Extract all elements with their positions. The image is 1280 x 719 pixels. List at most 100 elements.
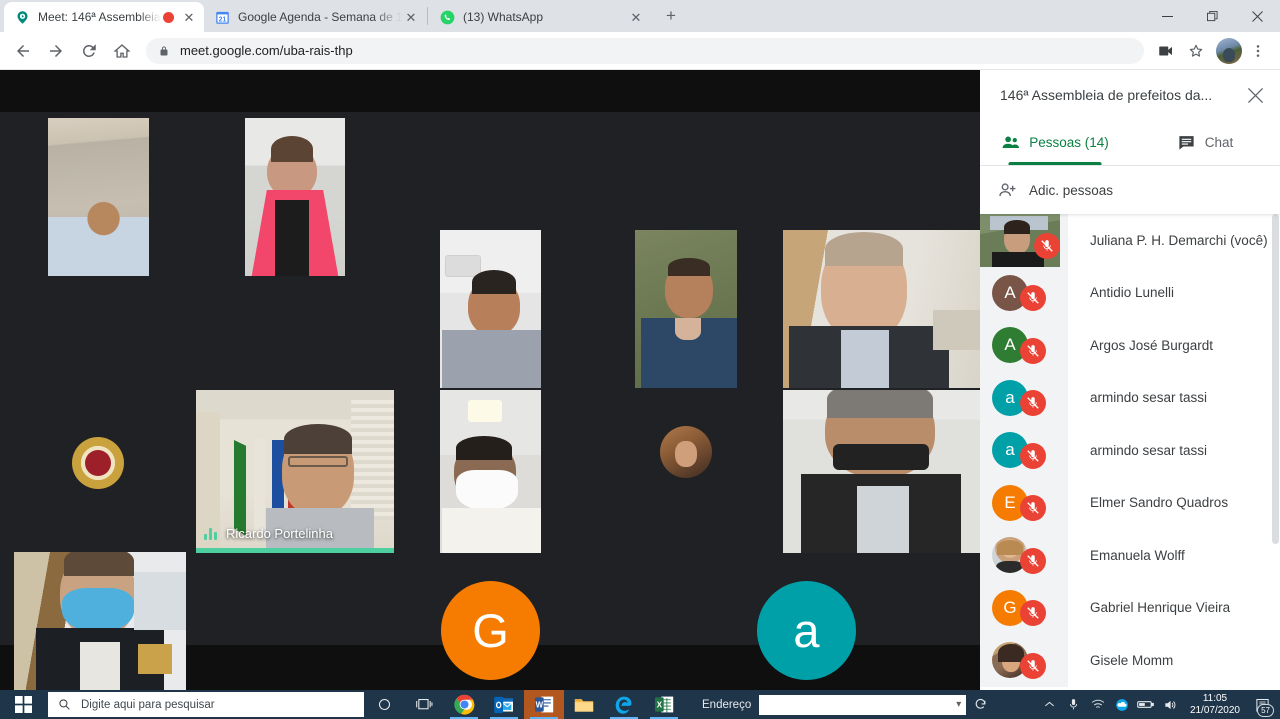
people-icon	[1001, 133, 1020, 152]
active-speaker-bar	[196, 548, 394, 553]
videocam-icon[interactable]	[1152, 37, 1180, 65]
tab-close-button[interactable]: ✕	[180, 8, 198, 26]
search-input[interactable]: Digite aqui para pesquisar	[48, 692, 364, 717]
list-item[interactable]: A Antidio Lunelli	[980, 266, 1280, 319]
avatar	[980, 529, 1068, 582]
tab-pessoas[interactable]: Pessoas (14)	[980, 120, 1130, 165]
onedrive-icon[interactable]	[1110, 690, 1134, 719]
participant-avatar-tile[interactable]	[635, 390, 737, 553]
list-item[interactable]: E Elmer Sandro Quadros	[980, 476, 1280, 529]
tab-pessoas-label: Pessoas (14)	[1029, 135, 1109, 150]
avatar: A	[980, 266, 1068, 319]
tab-close-button[interactable]: ✕	[402, 8, 420, 26]
forward-button[interactable]	[41, 36, 71, 66]
clock-date: 21/07/2020	[1189, 704, 1240, 716]
word-icon[interactable]: W	[524, 690, 564, 719]
refresh-icon[interactable]	[974, 698, 987, 711]
list-item[interactable]: a armindo sesar tassi	[980, 371, 1280, 424]
video-tile[interactable]	[245, 118, 345, 276]
profile-avatar[interactable]	[1216, 37, 1242, 64]
participant-avatar-tile[interactable]	[48, 390, 149, 548]
task-view-icon[interactable]	[404, 690, 444, 719]
home-button[interactable]	[107, 36, 137, 66]
cortana-icon[interactable]	[364, 690, 404, 719]
list-item[interactable]: Juliana P. H. Demarchi (você)	[980, 214, 1280, 268]
endereco-input[interactable]: ▾	[759, 694, 967, 715]
meet-icon	[14, 9, 30, 25]
chrome-icon[interactable]	[444, 690, 484, 719]
tab-chat[interactable]: Chat	[1130, 120, 1280, 165]
maximize-button[interactable]	[1190, 0, 1235, 32]
outlook-icon[interactable]	[484, 690, 524, 719]
taskbar-clock[interactable]: 11:05 21/07/2020	[1182, 690, 1248, 719]
volume-icon[interactable]	[1158, 690, 1182, 719]
list-item[interactable]: Gisele Momm	[980, 634, 1280, 687]
star-icon[interactable]	[1182, 37, 1210, 65]
chevron-down-icon[interactable]: ▾	[956, 699, 961, 710]
mic-off-icon	[1020, 337, 1046, 364]
panel-scrollbar[interactable]	[1272, 214, 1279, 544]
whatsapp-icon	[439, 9, 455, 25]
tab-google-agenda[interactable]: 21 Google Agenda - Semana de 19 ✕	[204, 2, 426, 32]
wifi-icon[interactable]	[1086, 690, 1110, 719]
system-tray: 11:05 21/07/2020 57	[1038, 690, 1280, 719]
list-item[interactable]: a armindo sesar tassi	[980, 424, 1280, 477]
meet-video-stage: Ricardo Portelinha G a	[0, 70, 980, 690]
mic-off-icon	[1020, 652, 1046, 679]
tab-divider	[427, 7, 428, 25]
browser-window: Meet: 146ª Assembleia de pr ✕ 21 Google …	[0, 0, 1280, 690]
search-icon	[58, 698, 71, 711]
back-button[interactable]	[8, 36, 38, 66]
tab-close-button[interactable]: ✕	[627, 8, 645, 26]
notification-count: 57	[1257, 704, 1274, 717]
video-tile[interactable]	[48, 118, 149, 276]
video-tile[interactable]	[783, 390, 980, 553]
list-item[interactable]: G Gabriel Henrique Vieira	[980, 581, 1280, 634]
excel-icon[interactable]: X	[644, 690, 684, 719]
close-button[interactable]	[1235, 0, 1280, 32]
chevron-up-icon[interactable]	[1038, 690, 1062, 719]
file-explorer-icon[interactable]	[564, 690, 604, 719]
recording-indicator-icon[interactable]	[163, 11, 174, 23]
video-tile-active-speaker[interactable]: Ricardo Portelinha	[196, 390, 394, 553]
people-list[interactable]: Juliana P. H. Demarchi (você) A Antidio …	[980, 214, 1280, 690]
reload-button[interactable]	[74, 36, 104, 66]
tab-whatsapp[interactable]: (13) WhatsApp ✕	[429, 2, 651, 32]
minimize-button[interactable]	[1145, 0, 1190, 32]
participant-name: Elmer Sandro Quadros	[1090, 495, 1229, 511]
browser-toolbar: meet.google.com/uba-rais-thp	[0, 32, 1280, 70]
close-icon[interactable]	[1240, 80, 1270, 110]
edge-icon[interactable]	[604, 690, 644, 719]
participant-avatar-tile[interactable]: G	[441, 552, 540, 690]
add-people-button[interactable]: Adic. pessoas	[980, 166, 1280, 214]
list-item[interactable]: Emanuela Wolff	[980, 529, 1280, 582]
avatar: E	[980, 476, 1068, 529]
video-tile[interactable]	[440, 230, 541, 388]
mic-off-icon	[1034, 232, 1060, 259]
video-tile[interactable]	[440, 390, 541, 553]
people-side-panel: 146ª Assembleia de prefeitos da... Pesso…	[980, 70, 1280, 690]
notifications-button[interactable]: 57	[1248, 690, 1276, 719]
microphone-icon[interactable]	[1062, 690, 1086, 719]
tab-title: (13) WhatsApp	[463, 10, 544, 24]
speaker-name: Ricardo Portelinha	[226, 526, 333, 541]
window-controls	[1145, 0, 1280, 32]
person-add-icon	[998, 181, 1017, 200]
panel-title: 146ª Assembleia de prefeitos da...	[1000, 87, 1213, 103]
participant-avatar-tile[interactable]: a	[757, 552, 856, 690]
video-tile[interactable]	[783, 230, 980, 388]
avatar	[980, 634, 1068, 687]
kebab-menu-icon[interactable]	[1244, 37, 1272, 65]
participant-name: Argos José Burgardt	[1090, 337, 1214, 353]
avatar: a	[980, 371, 1068, 424]
battery-icon[interactable]	[1134, 690, 1158, 719]
list-item[interactable]: A Argos José Burgardt	[980, 319, 1280, 372]
windows-logo-icon[interactable]	[0, 690, 46, 719]
tab-strip: Meet: 146ª Assembleia de pr ✕ 21 Google …	[0, 0, 1280, 32]
tab-meet[interactable]: Meet: 146ª Assembleia de pr ✕	[4, 2, 204, 32]
video-tile[interactable]	[635, 230, 737, 388]
video-tile[interactable]	[14, 552, 186, 690]
address-bar[interactable]: meet.google.com/uba-rais-thp	[146, 37, 1144, 64]
avatar	[980, 214, 1068, 268]
new-tab-button[interactable]: +	[657, 2, 685, 30]
